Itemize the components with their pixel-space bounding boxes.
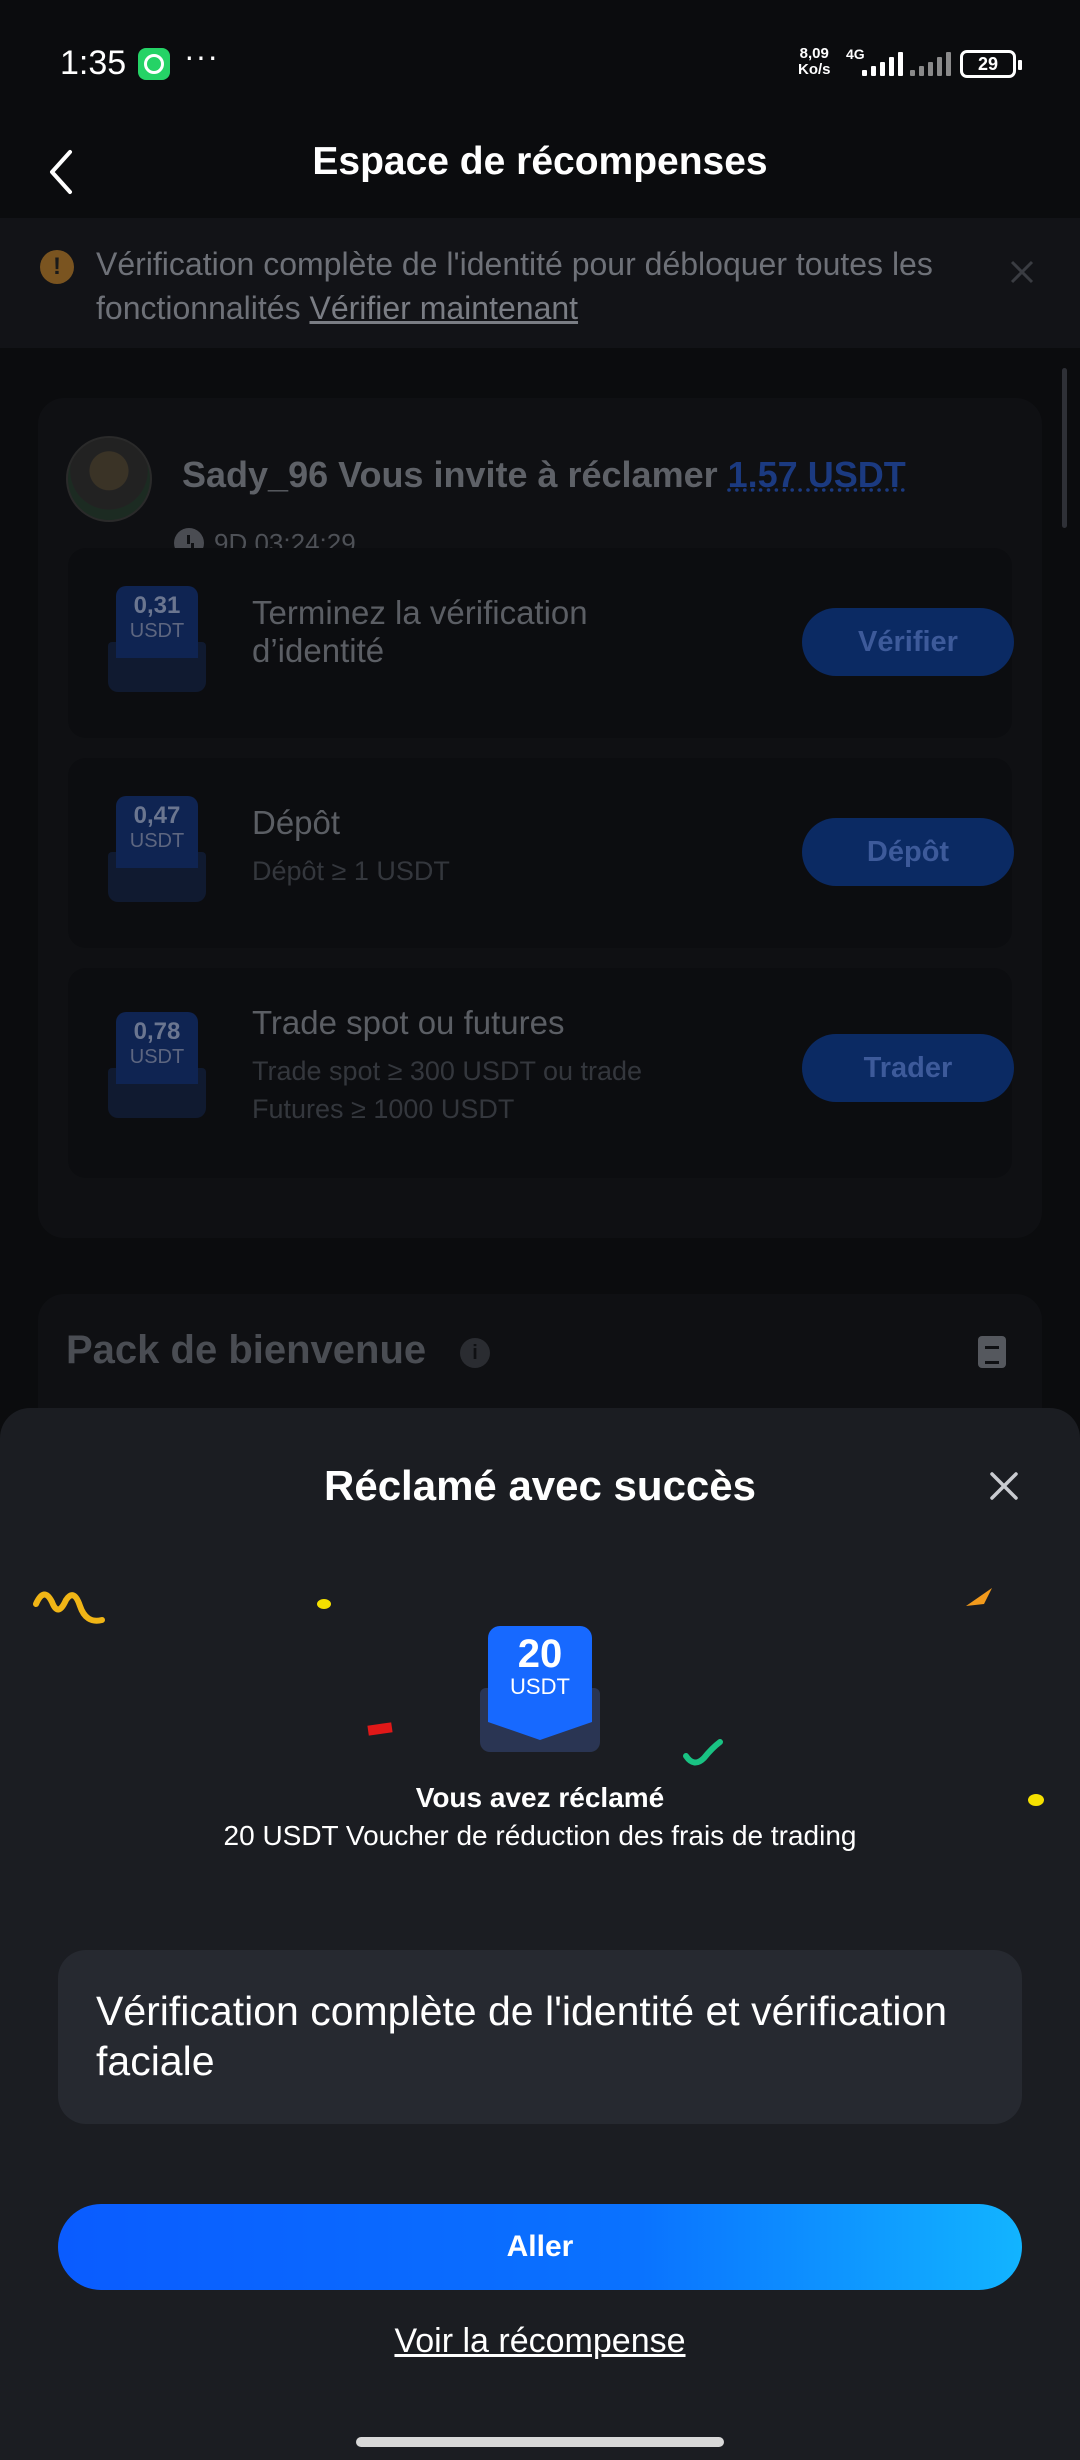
- confetti-decoration: [317, 1599, 331, 1609]
- task-reward-value: 0,31: [133, 592, 181, 619]
- confetti-decoration: [33, 1591, 105, 1624]
- sheet-title: Réclamé avec succès: [324, 1462, 756, 1509]
- view-reward-link[interactable]: Voir la récompense: [0, 2322, 1080, 2361]
- verify-button[interactable]: Vérifier: [802, 608, 1014, 676]
- close-icon[interactable]: [984, 1466, 1024, 1506]
- signal-strength-icon: [862, 50, 903, 76]
- claimed-description: 20 USDT Voucher de réduction des frais d…: [223, 1820, 857, 1851]
- voucher-icon: 0,31 USDT: [108, 586, 206, 696]
- invite-text: Sady_96 Vous invite à réclamer: [182, 454, 718, 495]
- deposit-button[interactable]: Dépôt: [802, 818, 1014, 886]
- verification-banner: ! Vérification complète de l'identité po…: [0, 218, 1080, 348]
- verify-now-link[interactable]: Vérifier maintenant: [309, 290, 578, 326]
- app-header: Espace de récompenses: [0, 130, 1080, 218]
- claim-success-sheet: Réclamé avec succès 20 USDT Vous avez ré…: [0, 1408, 1080, 2460]
- scrollbar[interactable]: [1062, 368, 1067, 528]
- task-title: Trade spot ou futures: [252, 1004, 565, 1041]
- voucher-icon: 20 USDT: [480, 1626, 600, 1758]
- claimed-label: Vous avez réclamé: [415, 1782, 665, 1813]
- voucher-icon: 0,78 USDT: [108, 1012, 206, 1122]
- task-reward-unit: USDT: [129, 1046, 185, 1068]
- network-speed-unit: Ko/s: [798, 61, 831, 78]
- network-speed: 8,09 Ko/s: [798, 46, 831, 78]
- task-row-trade: 0,78 USDT Trade spot ou futures Trade sp…: [68, 968, 1014, 1178]
- task-row-deposit: 0,47 USDT Dépôt Dépôt ≥ 1 USDT Dépôt: [68, 758, 1014, 948]
- reward-value: 20: [517, 1632, 563, 1676]
- reward-unit: USDT: [510, 1674, 570, 1699]
- confetti-decoration: [966, 1588, 992, 1606]
- document-icon[interactable]: [978, 1336, 1006, 1368]
- close-icon[interactable]: [1004, 254, 1040, 290]
- battery-level: 29: [977, 53, 999, 74]
- page-title: Espace de récompenses: [312, 140, 768, 183]
- trade-button[interactable]: Trader: [802, 1034, 1014, 1102]
- network-speed-value: 8,09: [799, 45, 829, 62]
- welcome-title: Pack de bienvenue: [66, 1328, 427, 1372]
- task-reward-unit: USDT: [129, 830, 185, 852]
- banner-message: Vérification complète de l'identité pour…: [96, 242, 976, 330]
- avatar: [66, 436, 152, 522]
- task-reward-unit: USDT: [129, 620, 185, 642]
- invite-amount[interactable]: 1.57 USDT: [728, 454, 906, 495]
- invite-card: Sady_96 Vous invite à réclamer 1.57 USDT…: [38, 398, 1042, 1238]
- task-title: Terminez la vérification d’identité: [252, 594, 588, 669]
- voucher-icon: 0,47 USDT: [108, 796, 206, 906]
- warning-icon: !: [40, 250, 74, 284]
- whatsapp-icon: [138, 48, 170, 80]
- confetti-decoration: [367, 1722, 393, 1736]
- task-reward-value: 0,78: [133, 1018, 181, 1045]
- task-subtitle: Trade spot ≥ 300 USDT ou trade Futures ≥…: [252, 1056, 643, 1124]
- confetti-decoration: [683, 1739, 723, 1766]
- task-title: Dépôt: [252, 804, 341, 841]
- rewards-content: ! Vérification complète de l'identité po…: [0, 218, 1080, 1494]
- status-bar: 1:35 ··· 8,09 Ko/s 4G 29: [0, 0, 1080, 130]
- task-subtitle: Dépôt ≥ 1 USDT: [252, 856, 450, 886]
- next-step-box: Vérification complète de l'identité et v…: [58, 1950, 1022, 2124]
- more-notifications-icon: ···: [184, 38, 219, 74]
- task-reward-value: 0,47: [133, 802, 181, 829]
- home-indicator[interactable]: [356, 2437, 724, 2447]
- go-button[interactable]: Aller: [58, 2204, 1022, 2290]
- signal-strength-secondary-icon: [910, 50, 951, 76]
- task-row-verification: 0,31 USDT Terminez la vérification d’ide…: [68, 548, 1014, 738]
- battery-icon: 29: [960, 50, 1022, 78]
- next-step-text: Vérification complète de l'identité et v…: [96, 1988, 948, 2084]
- info-icon[interactable]: i: [460, 1338, 490, 1368]
- status-time: 1:35: [60, 44, 127, 82]
- invite-title: Sady_96 Vous invite à réclamer 1.57 USDT: [182, 454, 906, 496]
